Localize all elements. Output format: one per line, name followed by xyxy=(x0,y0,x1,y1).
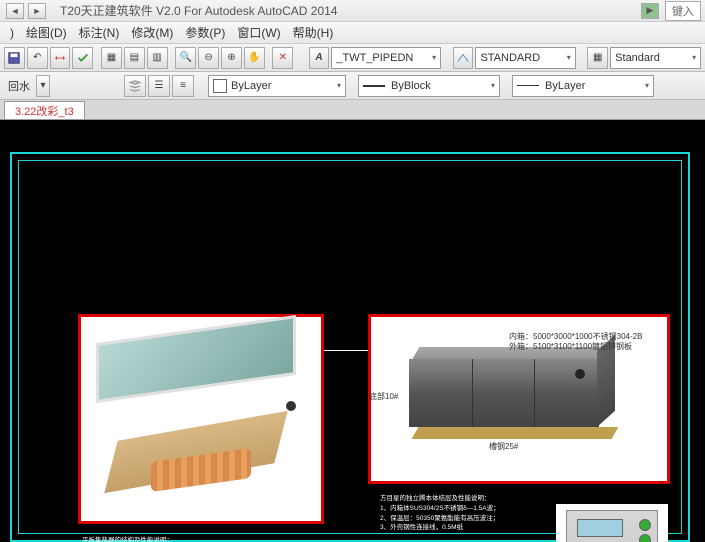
cabinet-image xyxy=(566,510,658,542)
dimstyle-dropdown[interactable]: STANDARD ▾ xyxy=(475,47,575,69)
menu-window[interactable]: 窗口(W) xyxy=(231,22,286,43)
panel-cabinet: 智能控制柜 xyxy=(556,504,668,542)
textstyle-dropdown[interactable]: _TWT_PIPEDN ▾ xyxy=(331,47,441,69)
menu-close[interactable]: ) xyxy=(4,24,20,42)
zoom-ext-icon[interactable]: ⊕ xyxy=(221,47,242,69)
menu-modify[interactable]: 修改(M) xyxy=(125,22,179,43)
menu-params[interactable]: 参数(P) xyxy=(179,22,231,43)
lineweight-dropdown[interactable]: ByBlock ▾ xyxy=(358,75,500,97)
color-dropdown[interactable]: ByLayer ▾ xyxy=(208,75,346,97)
color-swatch-white xyxy=(213,79,227,93)
tank-spec2: 外箱：5100*3100*1100镀铝锌钢板 xyxy=(509,341,632,352)
layer-current: 回水 xyxy=(4,78,34,94)
menu-help[interactable]: 帮助(H) xyxy=(287,22,340,43)
textstyle-label: _TWT_PIPEDN xyxy=(336,52,413,64)
desc2-title: 方目星的独立腾本体结层及性能说明： xyxy=(380,494,560,504)
cabinet-screen xyxy=(577,519,623,537)
menu-bar: ) 绘图(D) 标注(N) 修改(M) 参数(P) 窗口(W) 帮助(H) xyxy=(0,22,705,44)
desc-tank: 方目星的独立腾本体结层及性能说明： 1、内箱体SUS304/2S不锈钢δ—1.5… xyxy=(380,494,560,533)
close-x-icon[interactable]: ✕ xyxy=(272,47,293,69)
chevron-down-icon: ▾ xyxy=(641,81,649,90)
drawing-tab[interactable]: 3.22改彩_t3 xyxy=(4,101,85,119)
chevron-down-icon: ▾ xyxy=(428,53,436,62)
nav-play-button[interactable]: ▶ xyxy=(641,3,659,19)
dimstyle-icon[interactable] xyxy=(453,47,474,69)
tank-spec4: 槽钢25# xyxy=(489,441,518,452)
drawing-canvas[interactable]: 内箱：5000*3000*1000不锈钢304-2B 外箱：5100*3100*… xyxy=(0,120,705,542)
lineweight-preview xyxy=(363,85,385,87)
tablestyle-dropdown[interactable]: Standard ▾ xyxy=(610,47,701,69)
tab-label: 3.22改彩_t3 xyxy=(15,103,74,119)
tank-image: 内箱：5000*3000*1000不锈钢304-2B 外箱：5100*3100*… xyxy=(389,327,649,457)
tablestyle-label: Standard xyxy=(615,52,660,64)
chevron-down-icon: ▾ xyxy=(487,81,495,90)
tank-spec3: 底部10# xyxy=(369,391,398,402)
grid2-icon[interactable]: ▤ xyxy=(124,47,145,69)
nav-fwd-button[interactable]: ► xyxy=(28,3,46,19)
layer-states-icon[interactable]: ☰ xyxy=(148,75,170,97)
tablestyle-icon[interactable]: ▦ xyxy=(587,47,608,69)
grid1-icon[interactable]: ▦ xyxy=(101,47,122,69)
chevron-down-icon: ▾ xyxy=(333,81,341,90)
layer-match-icon[interactable]: ≡ xyxy=(172,75,194,97)
linetype-label: ByLayer xyxy=(545,80,585,92)
color-label: ByLayer xyxy=(231,80,271,92)
title-bar: ◄ ► T20天正建筑软件 V2.0 For Autodesk AutoCAD … xyxy=(0,0,705,22)
connector-line xyxy=(324,350,368,351)
desc2-l1: 1、内箱体SUS304/2S不锈钢δ—1.5A波； xyxy=(380,504,560,514)
floor-heating-image xyxy=(111,427,291,497)
chevron-down-icon: ▾ xyxy=(688,53,696,62)
linetype-preview xyxy=(517,85,539,86)
text-a-icon[interactable]: A xyxy=(309,47,330,69)
grid3-icon[interactable]: ▥ xyxy=(147,47,168,69)
tab-strip: 3.22改彩_t3 xyxy=(0,100,705,120)
desc1-title: 平板集热器的结构及性能说明： xyxy=(82,536,342,542)
solar-collector-image xyxy=(96,329,306,417)
app-title: T20天正建筑软件 V2.0 For Autodesk AutoCAD 2014 xyxy=(60,2,639,19)
dim-icon[interactable] xyxy=(50,47,71,69)
layer-dropdown-btn[interactable]: ▾ xyxy=(36,75,50,97)
chevron-down-icon: ▾ xyxy=(563,53,571,62)
nav-back-button[interactable]: ◄ xyxy=(6,3,24,19)
toolbar-main: ↶ ▦ ▤ ▥ 🔍 ⊖ ⊕ ✋ ✕ A _TWT_PIPEDN ▾ STANDAR… xyxy=(0,44,705,72)
cabinet-btn-green xyxy=(639,519,651,531)
command-hint[interactable]: 键入 xyxy=(665,1,701,21)
zoom-out-icon[interactable]: ⊖ xyxy=(198,47,219,69)
pan-icon[interactable]: ✋ xyxy=(244,47,265,69)
linetype-dropdown[interactable]: ByLayer ▾ xyxy=(512,75,654,97)
cabinet-btn-green2 xyxy=(639,534,651,542)
panel-solar-collector xyxy=(78,314,324,524)
undo-icon[interactable]: ↶ xyxy=(27,47,48,69)
menu-annotate[interactable]: 标注(N) xyxy=(73,22,126,43)
panel-water-tank: 内箱：5000*3000*1000不锈钢304-2B 外箱：5100*3100*… xyxy=(368,314,670,484)
save-icon[interactable] xyxy=(4,47,25,69)
desc2-l3: 3、外壳钢性连接线，0.5M纸 xyxy=(380,523,560,533)
menu-draw[interactable]: 绘图(D) xyxy=(20,22,73,43)
toolbar-layer: 回水 ▾ ☰ ≡ ByLayer ▾ ByBlock ▾ ByLayer ▾ xyxy=(0,72,705,100)
desc2-l2: 2、保温层：50350聚氨酯能有高压波注； xyxy=(380,514,560,524)
dimstyle-label: STANDARD xyxy=(480,52,540,64)
check-icon[interactable] xyxy=(72,47,93,69)
lineweight-label: ByBlock xyxy=(391,80,431,92)
zoom-in-icon[interactable]: 🔍 xyxy=(175,47,196,69)
desc-collector: 平板集热器的结构及性能说明： 1、集热器热性能优良同台器，吸热效率高吸收分选择；… xyxy=(82,536,342,542)
layer-props-icon[interactable] xyxy=(124,75,146,97)
